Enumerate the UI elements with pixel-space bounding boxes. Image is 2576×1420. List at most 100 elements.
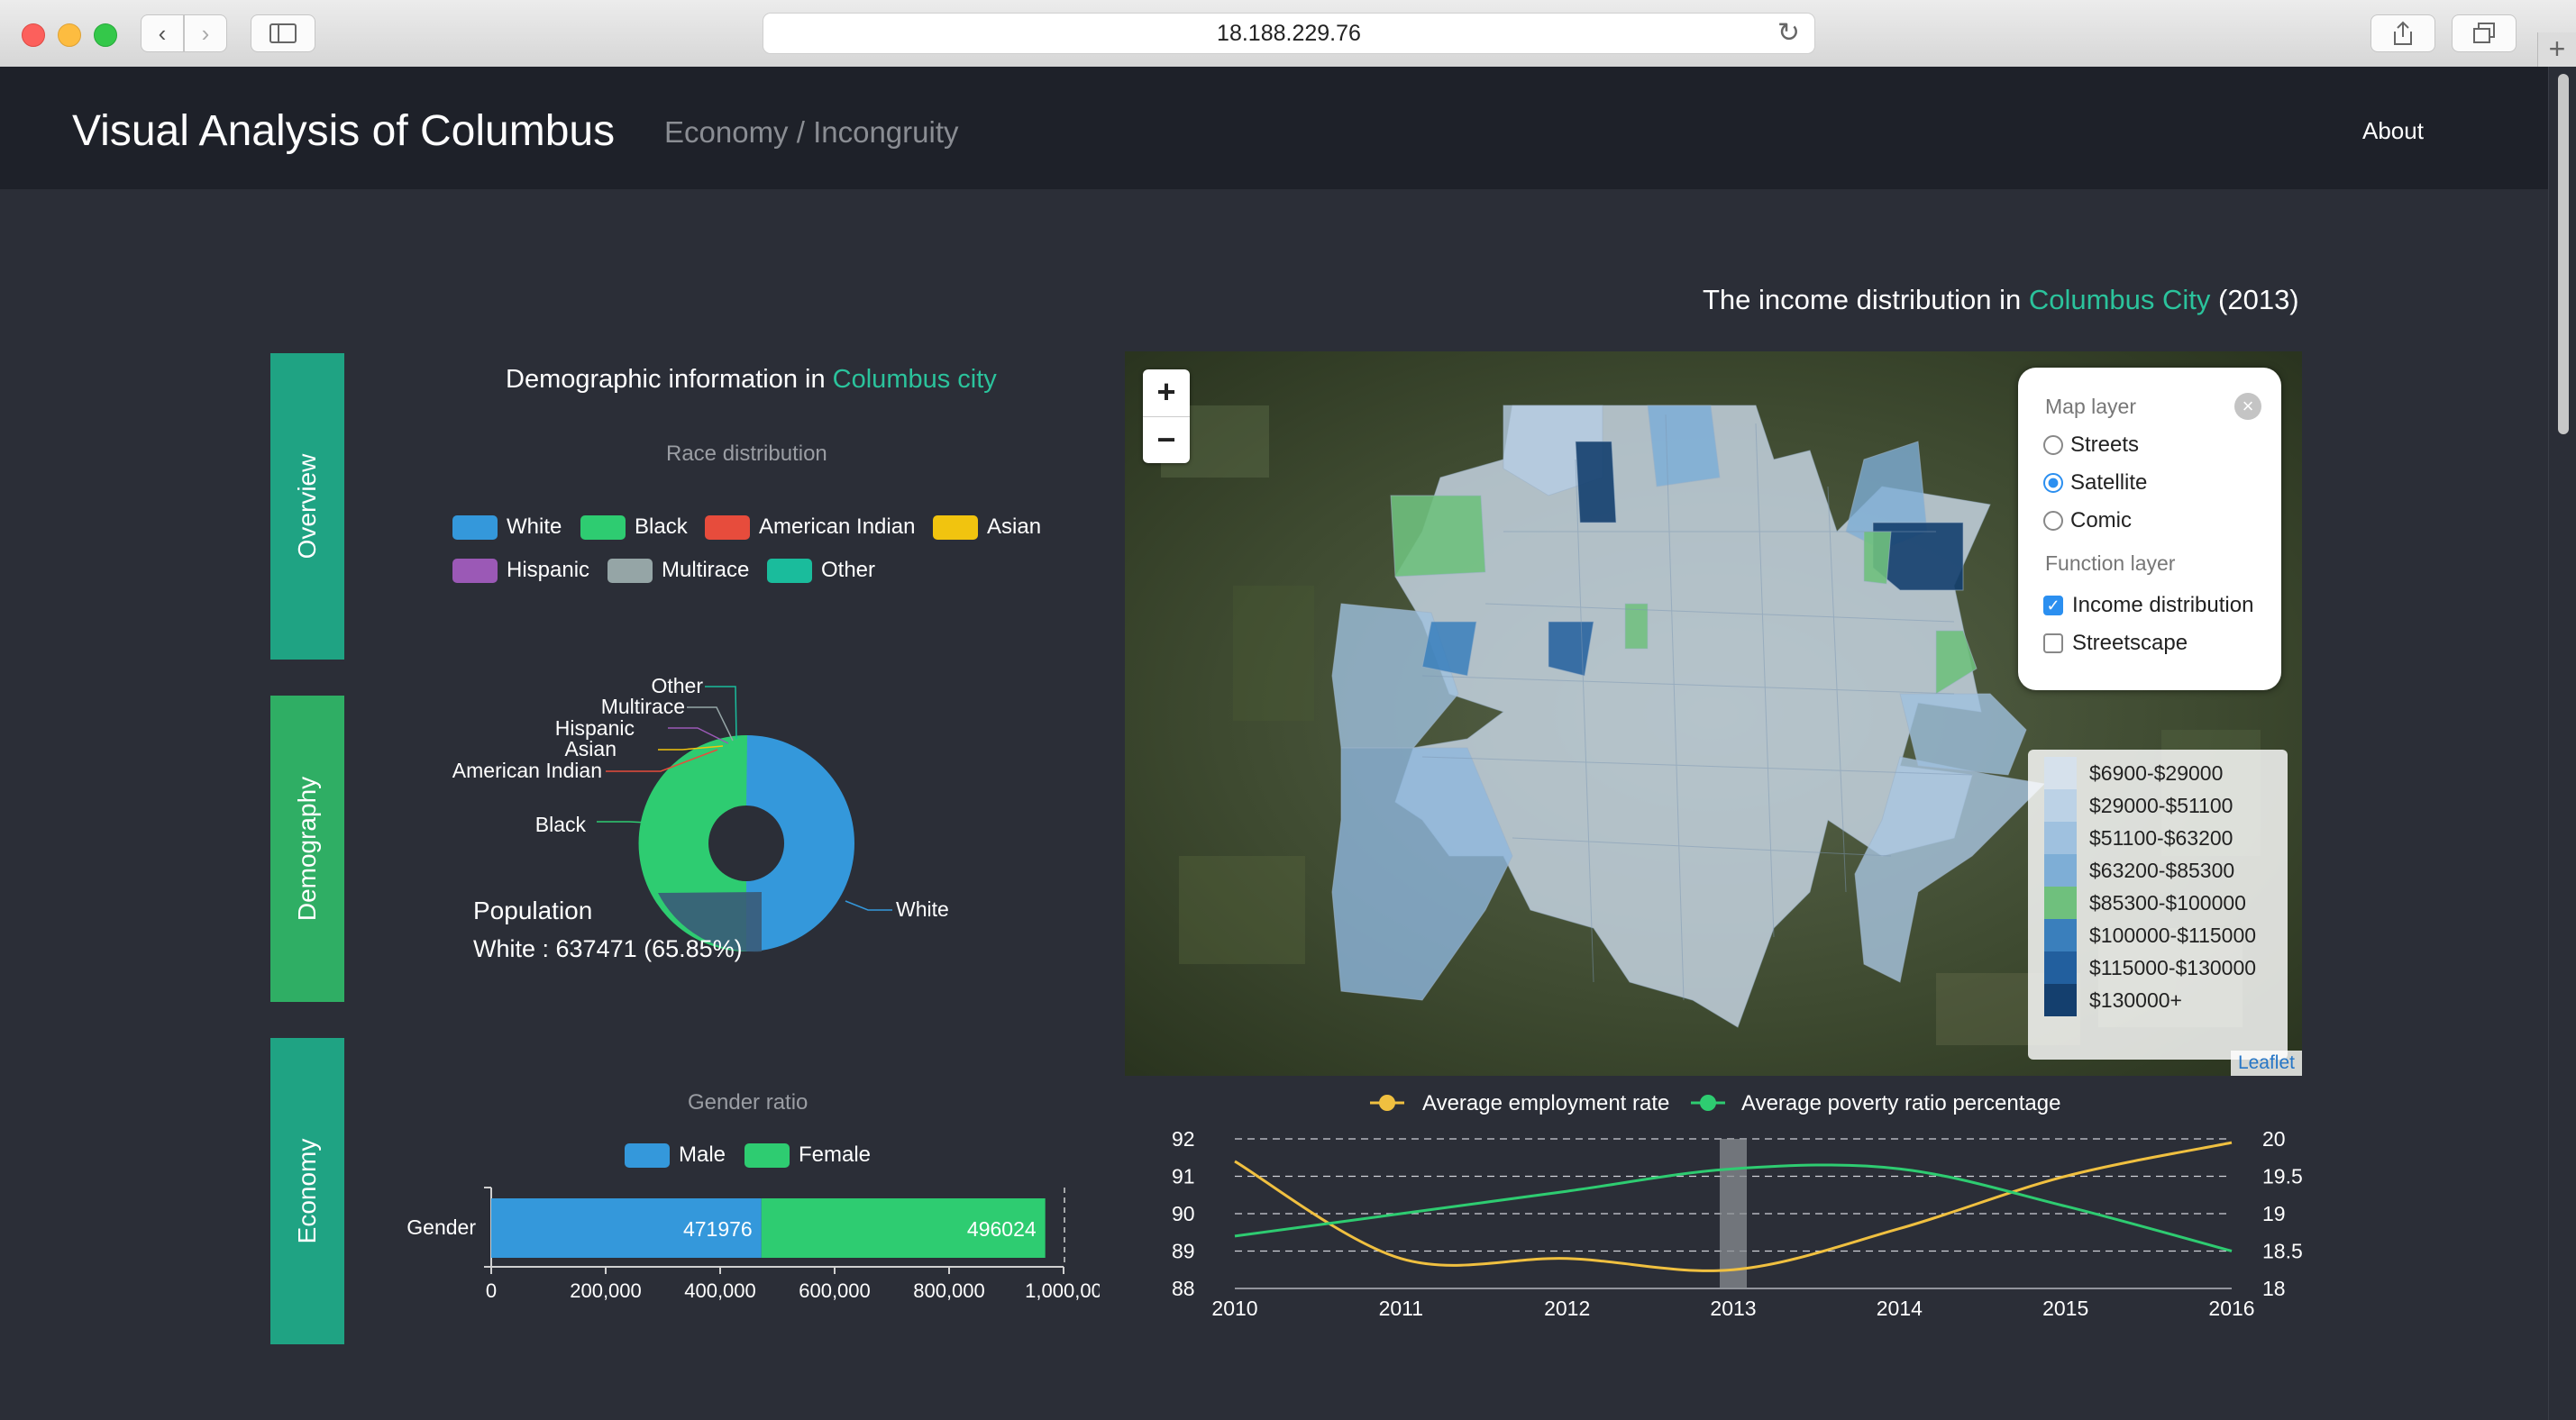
map-title: The income distribution in Columbus City… xyxy=(1703,284,2299,316)
radio-icon[interactable] xyxy=(2043,435,2063,455)
tab-overview[interactable]: Overview xyxy=(270,353,344,660)
pie-label-white: White xyxy=(896,897,949,921)
income-region-green-4[interactable] xyxy=(1624,603,1649,650)
tab-demography-label: Demography xyxy=(293,776,321,922)
radio-selected-icon[interactable] xyxy=(2043,473,2063,493)
gender-bar-value-male: 471976 xyxy=(683,1217,753,1241)
zoom-control: + − xyxy=(1143,369,1190,463)
legend-asian[interactable]: Asian xyxy=(933,514,1041,540)
income-legend-label: $63200-$85300 xyxy=(2089,858,2235,882)
income-region-mid-1[interactable] xyxy=(1421,621,1477,677)
legend-label: Hispanic xyxy=(507,558,590,582)
map-title-suffix: (2013) xyxy=(2210,284,2299,315)
income-legend-item: $130000+ xyxy=(2044,984,2182,1016)
page-scrollbar-thumb[interactable] xyxy=(2558,74,2569,434)
income-region-high-1[interactable] xyxy=(1575,441,1617,523)
back-button[interactable]: ‹ xyxy=(141,14,184,52)
zoom-out-button[interactable]: − xyxy=(1143,417,1190,464)
close-window-button[interactable] xyxy=(22,23,45,47)
layer-option-label: Satellite xyxy=(2070,470,2148,495)
income-legend-item: $6900-$29000 xyxy=(2044,757,2223,789)
gender-category-label: Gender xyxy=(406,1215,476,1239)
income-legend-swatch xyxy=(2044,984,2077,1016)
legend-male[interactable]: Male xyxy=(625,1142,726,1168)
new-tab-button[interactable]: + xyxy=(2537,32,2576,67)
pie-slice-white[interactable] xyxy=(746,735,854,951)
share-button[interactable] xyxy=(2370,14,2435,52)
layer-option-streets[interactable]: Streets xyxy=(2043,432,2139,458)
gender-bar-chart[interactable]: Gender 471976 496024 0 200,000 400,000 600,0… xyxy=(379,1180,1100,1324)
left-axis-tick-label: 90 xyxy=(1172,1202,1195,1225)
left-axis-tick-label: 91 xyxy=(1172,1165,1195,1188)
income-map[interactable]: + − Map layer × Streets Satellite Comic … xyxy=(1125,351,2302,1076)
breadcrumb: Economy / Incongruity xyxy=(664,115,959,149)
layer-option-satellite[interactable]: Satellite xyxy=(2043,470,2147,496)
legend-multirace[interactable]: Multirace xyxy=(607,558,749,583)
income-legend-label: $130000+ xyxy=(2089,988,2182,1012)
forward-button[interactable]: › xyxy=(184,14,227,52)
function-option-income[interactable]: ✓ Income distribution xyxy=(2043,593,2253,618)
about-link[interactable]: About xyxy=(2362,117,2424,145)
function-option-label: Streetscape xyxy=(2072,631,2188,655)
tab-demography[interactable]: Demography xyxy=(270,696,344,1002)
sidebar-toggle-button[interactable] xyxy=(251,14,315,52)
tabs-overview-button[interactable] xyxy=(2452,14,2517,52)
legend-other[interactable]: Other xyxy=(767,558,875,583)
legend-poverty-label: Average poverty ratio percentage xyxy=(1741,1091,2060,1115)
tabs-icon xyxy=(2473,23,2495,43)
minimize-window-button[interactable] xyxy=(58,23,81,47)
legend-label: White xyxy=(507,514,562,539)
legend-poverty-ratio[interactable]: Average poverty ratio percentage xyxy=(1691,1091,2060,1115)
income-region-green-1[interactable] xyxy=(1390,495,1486,578)
highlight-year-bar xyxy=(1720,1139,1747,1288)
income-legend-item: $115000-$130000 xyxy=(2044,951,2256,984)
income-legend-swatch xyxy=(2044,822,2077,854)
line-chart-legend[interactable]: Average employment rate Average poverty … xyxy=(1370,1091,2060,1115)
race-pie-chart[interactable]: Other Multirace Hispanic Asian American … xyxy=(388,658,1019,1018)
legend-black[interactable]: Black xyxy=(580,514,688,540)
gender-tick-label: 0 xyxy=(486,1279,497,1302)
tab-economy-label: Economy xyxy=(293,1138,321,1244)
function-option-label: Income distribution xyxy=(2072,593,2254,617)
function-option-streetscape[interactable]: Streetscape xyxy=(2043,631,2188,656)
address-bar[interactable]: 18.188.229.76 ↻ xyxy=(763,13,1815,54)
income-legend-swatch xyxy=(2044,854,2077,887)
income-legend-label: $85300-$100000 xyxy=(2089,890,2246,915)
share-icon xyxy=(2394,21,2412,45)
brand-title[interactable]: Visual Analysis of Columbus xyxy=(72,106,615,156)
tab-economy[interactable]: Economy xyxy=(270,1038,344,1344)
checkbox-icon[interactable] xyxy=(2043,633,2063,653)
leader-line-multirace xyxy=(687,706,734,742)
legend-swatch xyxy=(452,558,498,583)
legend-employment-rate[interactable]: Average employment rate xyxy=(1370,1091,1669,1115)
legend-hispanic[interactable]: Hispanic xyxy=(452,558,589,583)
income-region-green-3[interactable] xyxy=(1863,531,1892,585)
zoom-in-button[interactable]: + xyxy=(1143,369,1190,417)
checkbox-checked-icon[interactable]: ✓ xyxy=(2043,596,2063,615)
gender-tick-label: 800,000 xyxy=(913,1279,985,1302)
leader-line-white xyxy=(845,900,892,911)
layer-option-comic[interactable]: Comic xyxy=(2043,508,2132,533)
radio-icon[interactable] xyxy=(2043,511,2063,531)
browser-toolbar: ‹ › 18.188.229.76 ↻ + xyxy=(0,0,2576,68)
legend-swatch xyxy=(607,558,653,583)
leaflet-attribution-link[interactable]: Leaflet xyxy=(2230,1051,2302,1076)
map-title-city: Columbus City xyxy=(2028,284,2211,315)
gender-tick-labels: 0 200,000 400,000 600,000 800,000 1,000,00 xyxy=(486,1267,1100,1302)
income-region-mid-3[interactable] xyxy=(1647,405,1721,487)
legend-female[interactable]: Female xyxy=(744,1142,871,1168)
x-axis-tick-label: 2014 xyxy=(1877,1297,1923,1320)
gender-bars[interactable]: 471976 496024 xyxy=(491,1198,1046,1258)
employment-poverty-line-chart[interactable]: Average employment rate Average poverty … xyxy=(1125,1076,2315,1337)
x-axis-tick-label: 2015 xyxy=(2042,1297,2088,1320)
x-axis-tick-label: 2013 xyxy=(1710,1297,1756,1320)
close-icon[interactable]: × xyxy=(2234,393,2261,420)
legend-swatch xyxy=(452,514,498,540)
reload-icon[interactable]: ↻ xyxy=(1777,14,1800,53)
income-legend-item: $100000-$115000 xyxy=(2044,919,2256,951)
legend-white[interactable]: White xyxy=(452,514,562,540)
legend-american-indian[interactable]: American Indian xyxy=(705,514,915,540)
maximize-window-button[interactable] xyxy=(94,23,117,47)
left-axis-tick-label: 92 xyxy=(1172,1127,1195,1151)
income-legend-item: $85300-$100000 xyxy=(2044,887,2246,919)
